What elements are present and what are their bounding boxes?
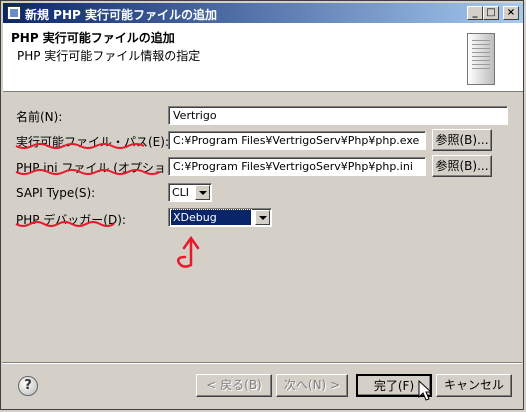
window-title: 新規 PHP 実行可能ファイルの追加 xyxy=(25,8,217,22)
ini-browse-button[interactable]: 参照(B)... xyxy=(432,155,492,177)
app-icon xyxy=(7,6,21,20)
name-field[interactable]: Vertrigo xyxy=(168,106,508,125)
exe-path-label: 実行可能ファイル・パス(E): xyxy=(16,135,169,149)
debugger-select[interactable]: XDebug xyxy=(168,208,272,227)
header-title: PHP 実行可能ファイルの追加 xyxy=(11,31,175,45)
cancel-button[interactable]: キャンセル xyxy=(436,374,512,397)
chevron-down-icon[interactable] xyxy=(255,210,270,225)
help-icon[interactable]: ? xyxy=(18,376,38,396)
exe-path-field[interactable]: C:¥Program Files¥VertrigoServ¥Php¥php.ex… xyxy=(168,131,426,150)
dialog-window: 新規 PHP 実行可能ファイルの追加 _ □ × PHP 実行可能ファイルの追加… xyxy=(0,0,524,410)
debugger-value: XDebug xyxy=(170,209,252,226)
sapi-type-value: CLI xyxy=(172,186,190,199)
ini-file-field[interactable]: C:¥Program Files¥VertrigoServ¥Php¥php.in… xyxy=(168,157,426,176)
minimize-button[interactable]: _ xyxy=(467,6,483,20)
back-button[interactable]: < 戻る(B) xyxy=(196,374,272,397)
name-label: 名前(N): xyxy=(16,110,63,124)
exe-browse-button[interactable]: 参照(B)... xyxy=(432,129,492,151)
server-icon xyxy=(467,33,495,85)
wizard-header: PHP 実行可能ファイルの追加 PHP 実行可能ファイル情報の指定 xyxy=(3,23,523,92)
maximize-button[interactable]: □ xyxy=(483,6,499,20)
footer-separator xyxy=(2,362,522,364)
sapi-type-label: SAPI Type(S): xyxy=(16,186,96,200)
chevron-down-icon[interactable] xyxy=(195,185,210,200)
header-subtitle: PHP 実行可能ファイル情報の指定 xyxy=(17,49,201,63)
mouse-cursor-icon xyxy=(418,380,432,401)
debugger-label: PHP デバッガー(D): xyxy=(16,213,126,227)
next-button[interactable]: 次へ(N) > xyxy=(276,374,348,397)
title-bar[interactable]: 新規 PHP 実行可能ファイルの追加 _ □ × xyxy=(3,3,523,23)
close-button[interactable]: × xyxy=(503,6,519,20)
sapi-type-select[interactable]: CLI xyxy=(168,183,212,202)
